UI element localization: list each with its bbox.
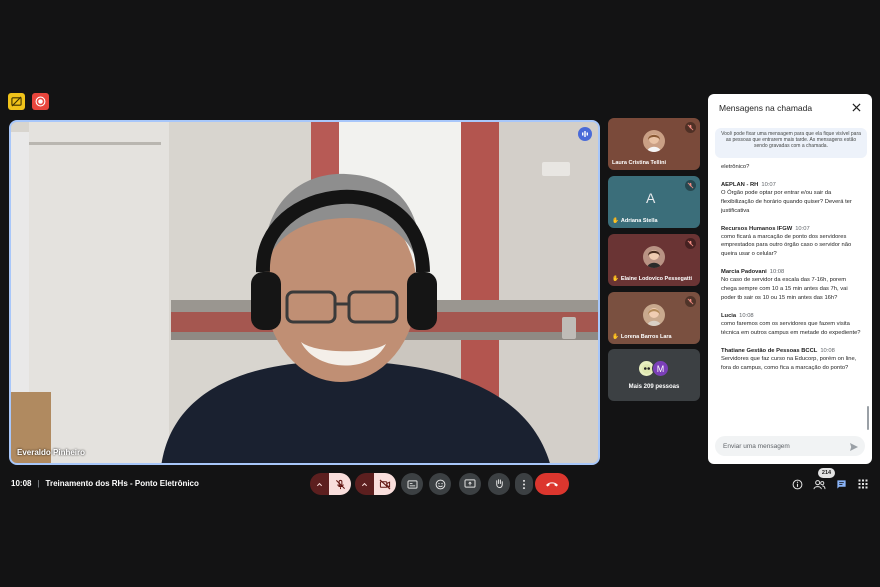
divider: |: [37, 479, 40, 488]
captions-button[interactable]: [401, 473, 423, 495]
top-indicators: [8, 93, 49, 110]
message-sender: AEPLAN - RH: [721, 181, 759, 188]
more-options-button[interactable]: [515, 473, 533, 495]
mic-off-icon: [685, 122, 696, 133]
chat-icon: [836, 479, 846, 489]
message-text: como faremos com os servidores que fazem…: [721, 320, 861, 336]
present-screen-button[interactable]: [459, 473, 481, 495]
chat-message-input[interactable]: [715, 436, 865, 456]
activities-button[interactable]: [856, 477, 870, 491]
pin-message-info: Você pode fixar uma mensagem para que el…: [715, 128, 867, 158]
participant-photo: [643, 304, 665, 326]
chat-message: Marcia Padovani 10:08 No caso de servidor…: [721, 268, 861, 303]
chat-scrollbar[interactable]: [867, 406, 869, 430]
message-text: Servidores que faz curso na Educorp, por…: [721, 355, 857, 371]
raised-hand-icon: ✋: [612, 218, 619, 224]
participant-name-text: Elaine Lodovico Pessegatti: [620, 276, 693, 282]
apps-grid-icon: [858, 479, 868, 489]
video-options-button[interactable]: [355, 473, 374, 495]
meeting-info: 10:08 | Treinamento dos RHs - Ponto Elet…: [11, 479, 199, 488]
hand-icon: [495, 479, 503, 489]
reactions-button[interactable]: [429, 473, 451, 495]
meeting-details-button[interactable]: [790, 477, 804, 491]
live-captions-icon[interactable]: [8, 93, 25, 110]
end-call-button[interactable]: [535, 473, 569, 495]
mic-off-icon: [685, 296, 696, 307]
participant-photo: [643, 246, 665, 268]
mic-off-icon: [685, 238, 696, 249]
participant-name: ✋ Elaine Lodovico Pessegatti: [612, 276, 692, 282]
raise-hand-button[interactable]: [488, 473, 510, 495]
participant-tile[interactable]: ✋ Elaine Lodovico Pessegatti: [608, 234, 700, 286]
meeting-title: Treinamento dos RHs - Ponto Eletrônico: [45, 479, 199, 488]
participant-photo: [643, 130, 665, 152]
present-icon: [464, 479, 476, 488]
mic-off-icon: [685, 180, 696, 191]
message-text: O Órgão pode optar por entrar e/ou sair …: [721, 189, 852, 214]
message-sender: Thatiane Gestão de Pessoas BCCL: [721, 347, 818, 354]
participant-name-text: Lorena Barros Lara: [620, 334, 672, 340]
chat-message: Recursos Humanos IFGW 10:07 como ficará a…: [721, 225, 861, 260]
raised-hand-icon: ✋: [612, 334, 619, 340]
message-text: como ficará a marcação de ponto dos serv…: [721, 233, 852, 258]
message-text: Qual será o perímetro para a marcação do…: [721, 160, 847, 170]
microphone-toggle-button[interactable]: [329, 473, 351, 495]
people-icon: [812, 479, 825, 489]
participant-tile[interactable]: ✋ Lorena Barros Lara: [608, 292, 700, 344]
participant-name: ✋ Lorena Barros Lara: [612, 334, 672, 340]
more-vert-icon: [522, 479, 526, 489]
chat-message: Thatiane Gestão de Pessoas BCCL 10:08 Ser…: [721, 347, 861, 373]
chevron-up-icon: [316, 482, 323, 486]
speaking-indicator-icon: [578, 127, 592, 141]
phone-hangup-icon: [546, 482, 558, 487]
raised-hand-icon: ✋: [612, 276, 619, 282]
participant-tile[interactable]: A ✋ Adriana Stella: [608, 176, 700, 228]
recording-icon[interactable]: [32, 93, 49, 110]
chat-messages: Qual será o perímetro para a marcação do…: [721, 160, 861, 434]
speaker-video-frame: [11, 122, 598, 463]
participant-name: Laura Cristina Tellini: [612, 160, 666, 166]
message-sender: Recursos Humanos IFGW: [721, 225, 793, 232]
audio-options-button[interactable]: [310, 473, 329, 495]
people-button[interactable]: [812, 477, 826, 491]
participant-avatar-letter: M: [652, 360, 669, 377]
chevron-up-icon: [361, 482, 368, 486]
emoji-icon: [435, 479, 445, 489]
more-participants-label: Mais 209 pessoas: [628, 384, 680, 390]
more-participants-avatars: M: [638, 360, 669, 377]
speaker-name: Everaldo Pinheiro: [17, 448, 86, 457]
message-time: 10:07: [761, 181, 776, 188]
message-time: 10:07: [795, 225, 810, 232]
message-time: 10:08: [769, 269, 785, 276]
info-icon: [792, 479, 802, 489]
message-time: 10:08: [739, 312, 754, 319]
message-time: 10:08: [820, 347, 835, 354]
participant-name: ✋ Adriana Stella: [612, 218, 658, 224]
message-sender: Lucia: [721, 312, 737, 319]
captions-icon: [407, 479, 417, 489]
participant-name-text: Adriana Stella: [620, 218, 658, 224]
chat-title: Mensagens na chamada: [719, 103, 813, 113]
send-icon[interactable]: [848, 441, 859, 452]
chat-message: Qual será o perímetro para a marcação do…: [721, 160, 861, 172]
chat-panel: Mensagens na chamada Você pode fixar uma…: [708, 94, 872, 464]
current-time: 10:08: [11, 479, 32, 488]
camera-toggle-button[interactable]: [374, 473, 396, 495]
chat-message: AEPLAN - RH 10:07 O Órgão pode optar por …: [721, 181, 861, 216]
participant-tile[interactable]: Laura Cristina Tellini: [608, 118, 700, 170]
close-icon[interactable]: [851, 102, 862, 113]
participant-avatar-letter: A: [646, 190, 656, 206]
message-text: No caso de servidor da escala das 7-16h,…: [721, 277, 848, 302]
more-participants-tile[interactable]: M Mais 209 pessoas: [608, 349, 700, 401]
chat-button[interactable]: [834, 477, 848, 491]
camera-off-icon: [379, 479, 391, 489]
mic-off-icon: [335, 479, 345, 489]
message-sender: Marcia Padovani: [721, 269, 767, 276]
chat-message: Lucia 10:08 como faremos com os servidore…: [721, 312, 861, 338]
main-speaker-video[interactable]: Everaldo Pinheiro: [9, 120, 600, 465]
